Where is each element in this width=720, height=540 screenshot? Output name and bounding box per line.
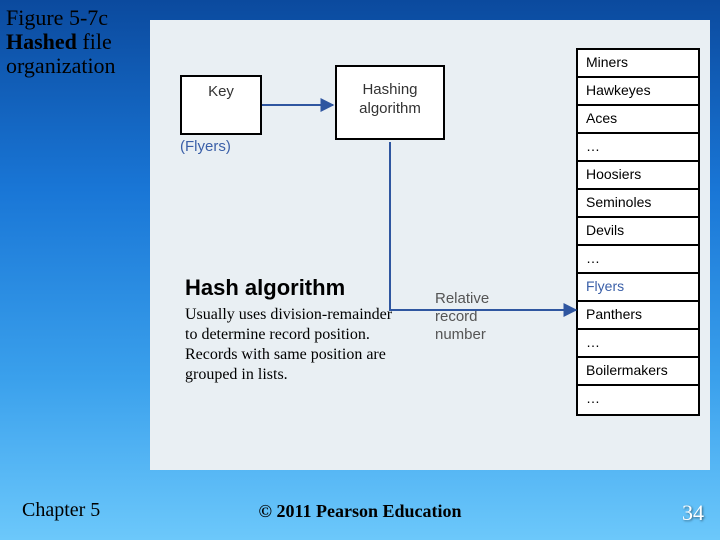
figure-title-bold: Hashed (6, 29, 77, 54)
hashing-algorithm-box: Hashing algorithm (335, 65, 445, 140)
record-cell: Flyers (578, 274, 698, 302)
relative-record-label: Relative record number (435, 290, 525, 344)
note-body: Usually uses division-remainder to deter… (185, 305, 405, 385)
footer-copyright: © 2011 Pearson Education (0, 501, 720, 522)
record-cell: … (578, 330, 698, 358)
key-label: Key (208, 83, 234, 100)
record-cell: Devils (578, 218, 698, 246)
record-cell: Boilermakers (578, 358, 698, 386)
footer-page-number: 34 (682, 500, 704, 526)
record-cell: Miners (578, 50, 698, 78)
record-cell: Aces (578, 106, 698, 134)
algo-label: Hashing algorithm (359, 81, 421, 117)
diagram-canvas: Key (Flyers) Hashing algorithm Relative … (150, 20, 710, 470)
record-cell: … (578, 134, 698, 162)
records-table: MinersHawkeyesAces…HoosiersSeminolesDevi… (576, 48, 700, 416)
record-cell: … (578, 386, 698, 414)
figure-number: Figure 5-7c (6, 5, 108, 30)
record-cell: Seminoles (578, 190, 698, 218)
figure-title: Figure 5-7c Hashed file organization (6, 6, 156, 79)
arrow-algo-to-record (390, 142, 576, 310)
key-box: Key (180, 75, 262, 135)
record-cell: Hawkeyes (578, 78, 698, 106)
note-heading: Hash algorithm (185, 275, 345, 301)
key-example: (Flyers) (180, 138, 231, 155)
record-cell: Panthers (578, 302, 698, 330)
record-cell: Hoosiers (578, 162, 698, 190)
record-cell: … (578, 246, 698, 274)
